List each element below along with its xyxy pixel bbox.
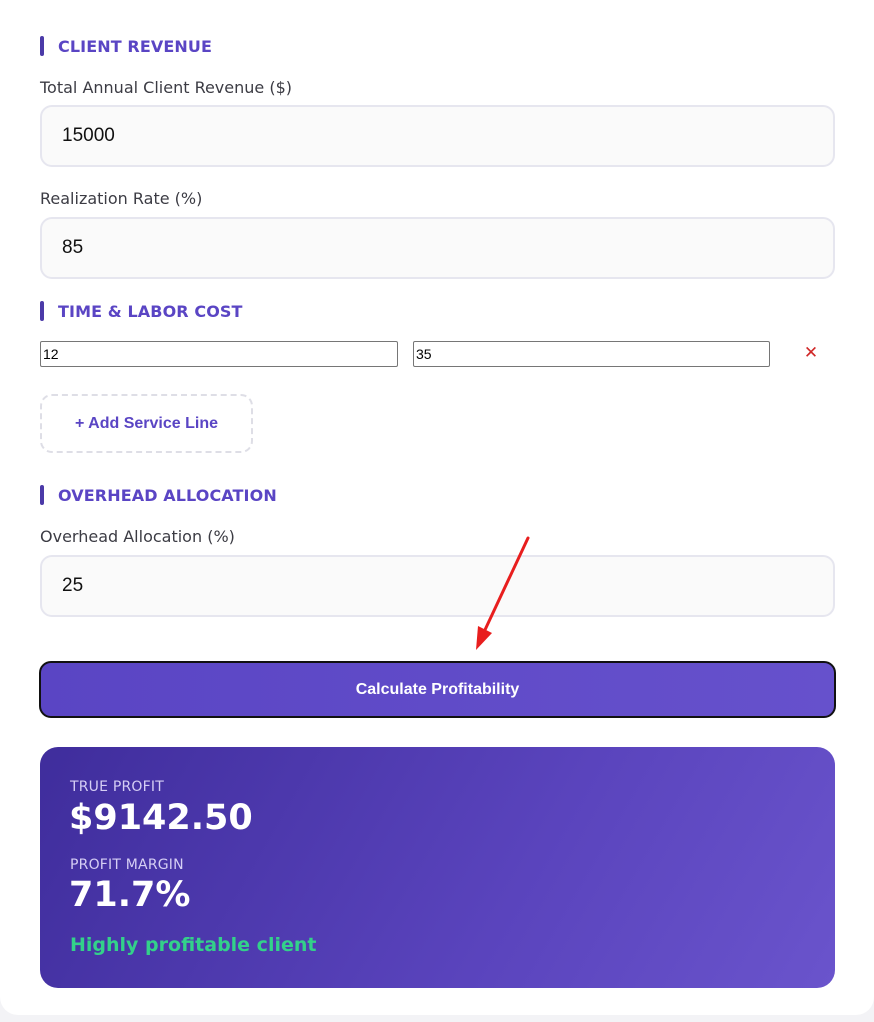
- revenue-input[interactable]: [40, 105, 835, 167]
- revenue-label: Total Annual Client Revenue ($): [40, 78, 292, 97]
- calculator-card: CLIENT REVENUE Total Annual Client Reven…: [0, 0, 874, 1015]
- section-accent-bar: [40, 36, 44, 56]
- true-profit-value: $9142.50: [69, 798, 253, 838]
- service-rate-input[interactable]: [413, 341, 770, 367]
- calculate-profitability-button[interactable]: Calculate Profitability: [39, 661, 836, 718]
- close-icon: ✕: [803, 343, 819, 363]
- service-hours-input[interactable]: [40, 341, 398, 367]
- profitability-status: Highly profitable client: [70, 934, 317, 956]
- section-accent-bar: [40, 301, 44, 321]
- section-accent-bar: [40, 485, 44, 505]
- add-service-line-button[interactable]: + Add Service Line: [40, 394, 253, 453]
- section-title-text: OVERHEAD ALLOCATION: [58, 485, 277, 505]
- section-title-text: CLIENT REVENUE: [58, 36, 212, 56]
- realization-input[interactable]: [40, 217, 835, 279]
- profit-margin-label: PROFIT MARGIN: [70, 857, 184, 873]
- remove-service-line-button[interactable]: ✕: [801, 343, 821, 363]
- add-service-line-label: + Add Service Line: [74, 414, 218, 432]
- profit-margin-value: 71.7%: [69, 875, 191, 915]
- section-title-overhead: OVERHEAD ALLOCATION: [40, 485, 277, 505]
- section-title-time-labor: TIME & LABOR COST: [40, 301, 243, 321]
- calculate-button-label: Calculate Profitability: [355, 680, 520, 698]
- section-title-client-revenue: CLIENT REVENUE: [40, 36, 212, 56]
- section-title-text: TIME & LABOR COST: [58, 301, 243, 321]
- true-profit-label: TRUE PROFIT: [70, 779, 164, 795]
- realization-label: Realization Rate (%): [40, 189, 203, 208]
- overhead-label: Overhead Allocation (%): [40, 527, 235, 546]
- overhead-input[interactable]: [40, 555, 835, 617]
- results-panel: TRUE PROFIT $9142.50 PROFIT MARGIN 71.7%…: [40, 747, 835, 988]
